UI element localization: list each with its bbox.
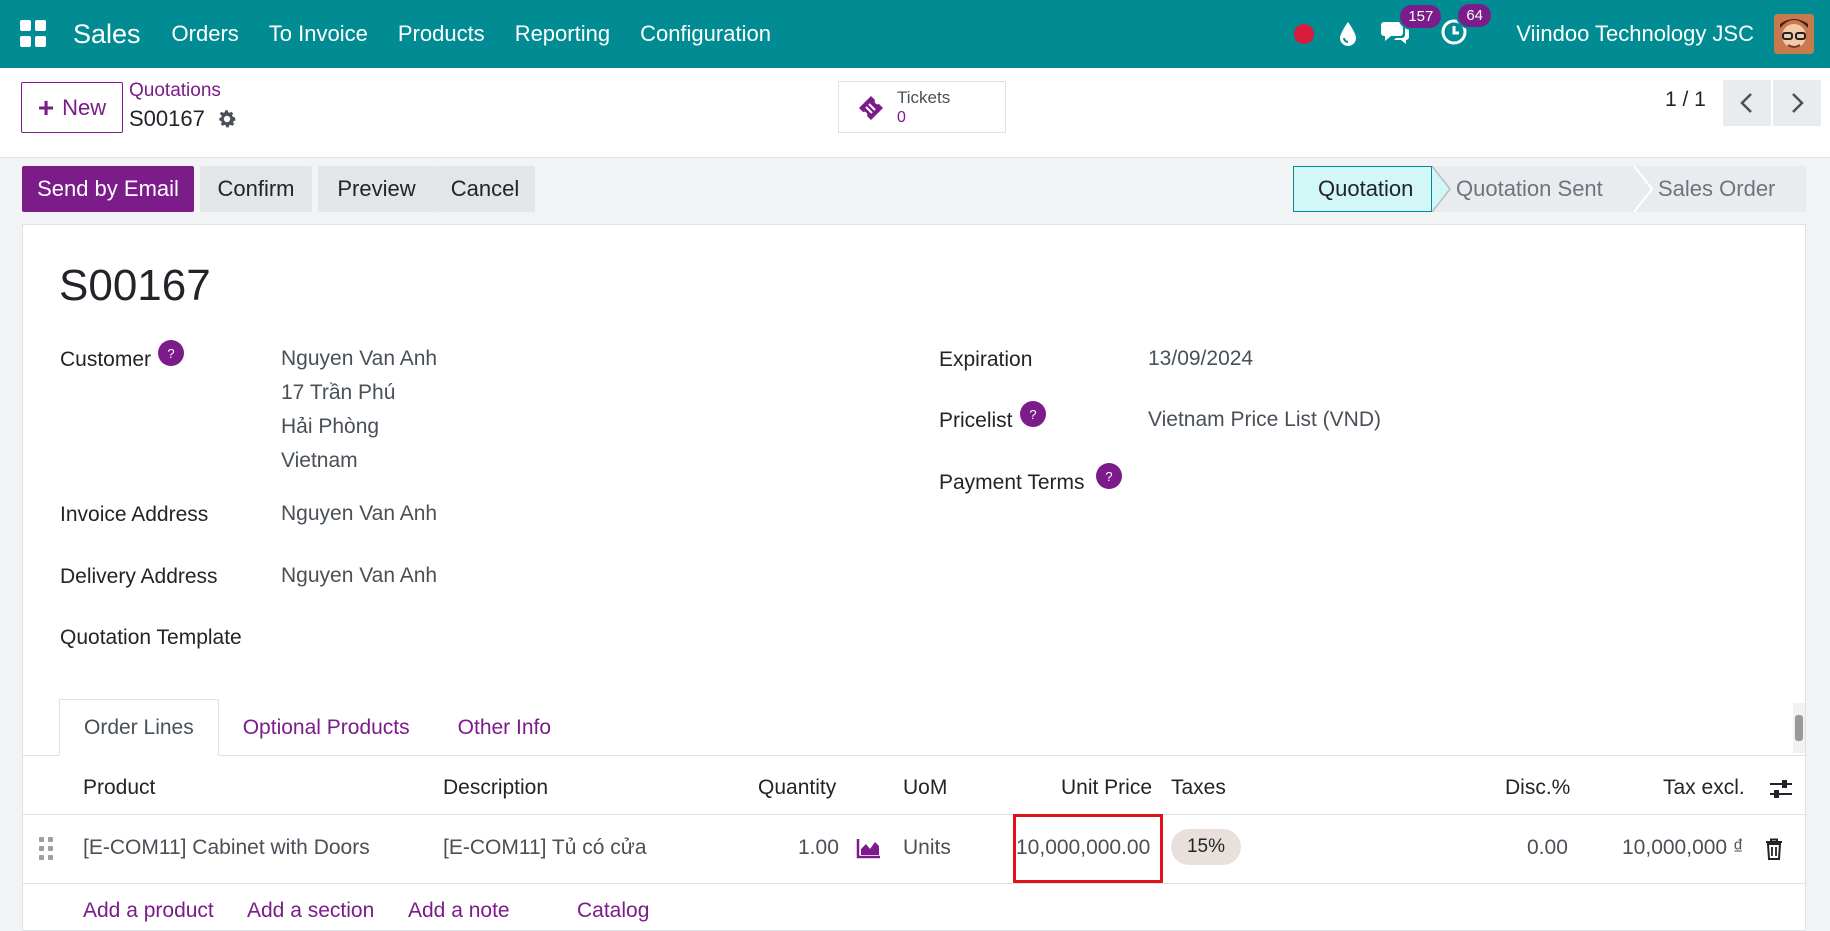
new-button[interactable]: + New	[21, 82, 123, 133]
delivery-address-label: Delivery Address	[60, 565, 218, 588]
payment-terms-field[interactable]	[1148, 465, 1548, 499]
pager-previous-button[interactable]	[1723, 80, 1771, 126]
user-avatar[interactable]	[1774, 14, 1814, 54]
stage-arrow-icon	[1432, 166, 1451, 212]
apps-menu-icon[interactable]	[20, 20, 48, 48]
add-section-link[interactable]: Add a section	[247, 899, 374, 923]
col-taxes[interactable]: Taxes	[1171, 776, 1226, 800]
table-row-divider	[23, 883, 1807, 884]
tickets-label: Tickets	[897, 88, 951, 107]
menu-reporting[interactable]: Reporting	[515, 21, 610, 47]
expiration-label: Expiration	[939, 348, 1033, 371]
pricelist-label: Pricelist	[939, 409, 1013, 432]
row-subtotal: 10,000,000 ₫	[1622, 836, 1744, 859]
gear-icon[interactable]	[216, 108, 238, 130]
menu-products[interactable]: Products	[398, 21, 485, 47]
quotation-template-label: Quotation Template	[60, 626, 242, 649]
control-panel: + New Quotations S00167 Tickets 0 1 / 1	[0, 68, 1830, 158]
cancel-button[interactable]: Cancel	[435, 166, 535, 212]
plus-icon: +	[37, 91, 55, 123]
customer-street: 17 Trần Phú	[281, 381, 396, 404]
chevron-right-icon	[1792, 93, 1804, 113]
drag-handle-icon[interactable]	[39, 837, 53, 861]
chevron-left-icon	[1740, 93, 1752, 113]
row-product[interactable]: [E-COM11] Cabinet with Doors	[83, 836, 370, 860]
new-button-label: New	[62, 94, 107, 120]
tab-optional-products[interactable]: Optional Products	[219, 699, 434, 756]
menu-to-invoice[interactable]: To Invoice	[269, 21, 368, 47]
drop-icon[interactable]	[1338, 21, 1358, 47]
ticket-icon	[859, 96, 883, 120]
breadcrumb-quotations[interactable]: Quotations	[129, 80, 221, 102]
preview-button[interactable]: Preview	[318, 166, 435, 212]
row-discount[interactable]: 0.00	[1527, 836, 1568, 860]
customer-name: Nguyen Van Anh	[281, 347, 438, 370]
scrollbar-thumb[interactable]	[1795, 715, 1803, 741]
activities-menu[interactable]: 64	[1440, 1, 1493, 51]
stage-arrow-icon	[1634, 166, 1654, 212]
messages-count-badge: 157	[1398, 2, 1444, 30]
record-title: S00167	[59, 261, 211, 310]
tickets-smart-button[interactable]: Tickets 0	[838, 81, 1006, 133]
breadcrumb-current: S00167	[129, 106, 205, 131]
expiration-field[interactable]: 13/09/2024	[1148, 342, 1253, 376]
col-quantity[interactable]: Quantity	[758, 776, 836, 800]
row-quantity[interactable]: 1.00	[798, 836, 839, 860]
confirm-button[interactable]: Confirm	[200, 166, 312, 212]
tab-order-lines[interactable]: Order Lines	[59, 699, 219, 756]
row-uom[interactable]: Units	[903, 836, 951, 860]
main-navbar: Sales Orders To Invoice Products Reporti…	[0, 0, 1830, 68]
activities-count-badge: 64	[1456, 1, 1493, 29]
col-tax-excl[interactable]: Tax excl.	[1663, 776, 1745, 800]
col-uom[interactable]: UoM	[903, 776, 947, 800]
pricelist-field[interactable]: Vietnam Price List (VND)	[1148, 403, 1381, 437]
pager-value[interactable]: 1 / 1	[1665, 88, 1706, 112]
customer-label: Customer	[60, 348, 152, 371]
col-product[interactable]: Product	[83, 776, 155, 800]
customer-field[interactable]: Nguyen Van Anh 17 Trần Phú Hải Phòng Vie…	[281, 342, 437, 478]
invoice-address-label: Invoice Address	[60, 503, 209, 526]
help-icon[interactable]: ?	[1096, 463, 1122, 489]
form-statusbar: Send by Email Confirm Preview Cancel Quo…	[0, 158, 1830, 224]
col-discount[interactable]: Disc.%	[1505, 776, 1570, 800]
customer-city: Hải Phòng	[281, 415, 380, 438]
help-icon[interactable]: ?	[158, 340, 184, 366]
catalog-link[interactable]: Catalog	[577, 899, 649, 923]
table-header-divider	[23, 814, 1807, 815]
recording-indicator-icon[interactable]	[1294, 24, 1315, 44]
send-by-email-button[interactable]: Send by Email	[22, 166, 194, 212]
optional-columns-icon[interactable]	[1768, 777, 1794, 801]
row-description[interactable]: [E-COM11] Tủ có cửa	[443, 836, 647, 860]
quotation-template-field[interactable]	[281, 620, 681, 654]
tab-other-info[interactable]: Other Info	[434, 699, 575, 756]
form-sheet: S00167 Customer ? Nguyen Van Anh 17 Trần…	[22, 224, 1807, 931]
stage-sales-order[interactable]: Sales Order	[1634, 166, 1806, 212]
col-description[interactable]: Description	[443, 776, 548, 800]
add-product-link[interactable]: Add a product	[83, 899, 214, 923]
add-note-link[interactable]: Add a note	[408, 899, 510, 923]
stage-pipeline: Quotation Quotation Sent Sales Order	[1293, 166, 1806, 212]
pager-next-button[interactable]	[1773, 80, 1821, 126]
stage-quotation-sent[interactable]: Quotation Sent	[1432, 166, 1634, 212]
messaging-menu[interactable]: 157	[1380, 2, 1444, 50]
app-name[interactable]: Sales	[73, 19, 141, 50]
menu-configuration[interactable]: Configuration	[640, 21, 771, 47]
company-switcher[interactable]: Viindoo Technology JSC	[1516, 21, 1754, 47]
notebook-tabs: Order Lines Optional Products Other Info	[59, 699, 575, 756]
col-unit-price[interactable]: Unit Price	[1061, 776, 1152, 800]
tabs-scrollbar[interactable]	[1793, 703, 1805, 753]
payment-terms-label: Payment Terms	[939, 471, 1085, 494]
help-icon[interactable]: ?	[1020, 401, 1046, 427]
invoice-address-field[interactable]: Nguyen Van Anh	[281, 497, 437, 531]
customer-country: Vietnam	[281, 449, 358, 472]
menu-orders[interactable]: Orders	[172, 21, 239, 47]
tax-tag[interactable]: 15%	[1171, 829, 1241, 865]
trash-icon[interactable]	[1765, 838, 1783, 860]
stage-quotation[interactable]: Quotation	[1293, 166, 1432, 212]
tickets-count: 0	[897, 109, 906, 126]
delivery-address-field[interactable]: Nguyen Van Anh	[281, 559, 437, 593]
unit-price-highlight-box	[1013, 814, 1163, 883]
forecast-chart-icon[interactable]	[856, 837, 882, 859]
